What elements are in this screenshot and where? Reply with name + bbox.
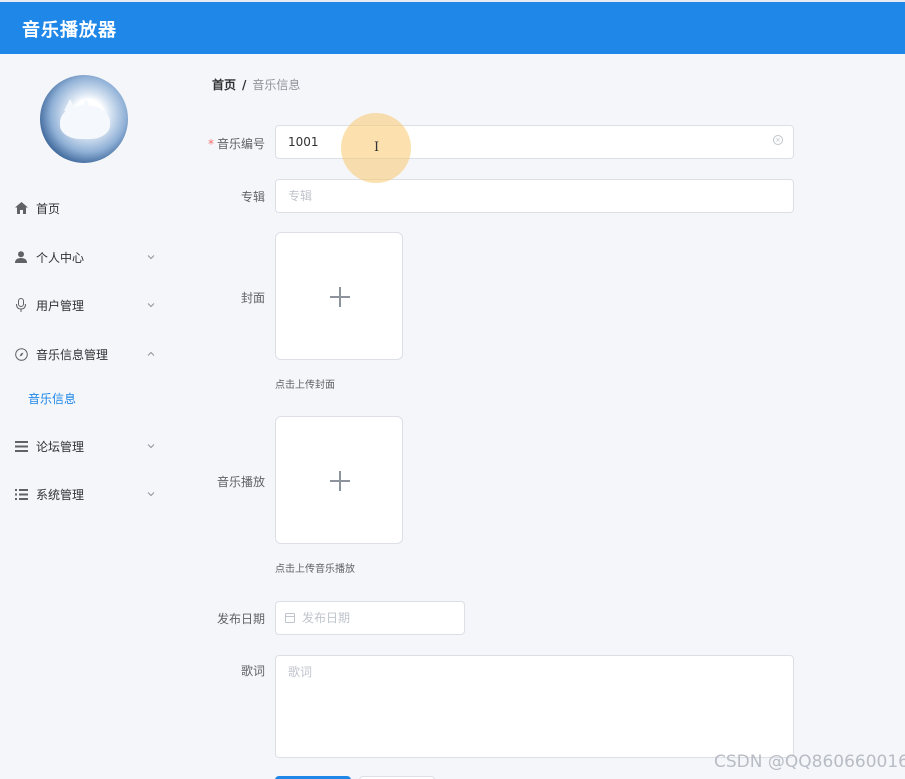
chevron-down-icon bbox=[147, 444, 155, 449]
sidebar-item-label: 个人中心 bbox=[36, 250, 85, 265]
sidebar-item-label: 首页 bbox=[36, 201, 61, 216]
compass-icon bbox=[14, 347, 28, 361]
sidebar-item-label: 音乐信息管理 bbox=[36, 347, 109, 362]
watermark: CSDN @QQ860660016 bbox=[714, 752, 905, 772]
cover-label: 封面 bbox=[240, 291, 265, 305]
sidebar-item-label: 论坛管理 bbox=[36, 439, 85, 454]
cover-uploader[interactable] bbox=[275, 232, 403, 360]
calendar-icon bbox=[285, 613, 295, 623]
chevron-up-icon bbox=[147, 351, 155, 356]
music-file-label: 音乐播放 bbox=[216, 475, 265, 489]
sidebar-item-forum-management[interactable]: 论坛管理 bbox=[0, 428, 196, 464]
music-file-upload-hint: 点击上传音乐播放 bbox=[275, 564, 355, 575]
chevron-down-icon bbox=[147, 255, 155, 260]
album-input[interactable] bbox=[275, 179, 794, 213]
breadcrumb-current: 音乐信息 bbox=[252, 78, 301, 92]
sidebar-item-label: 用户管理 bbox=[36, 298, 85, 313]
sidebar-item-music-info-management[interactable]: 音乐信息管理 bbox=[0, 336, 196, 372]
sidebar-item-label: 系统管理 bbox=[36, 487, 85, 502]
breadcrumb: 首页 / 音乐信息 bbox=[212, 76, 300, 93]
music-id-label: * 音乐编号 bbox=[207, 137, 265, 151]
app-header: 音乐播放器 bbox=[0, 2, 905, 54]
sidebar: 首页 个人中心 用户管理 音乐信息管理 音乐信息 论坛管理 系统管理 bbox=[0, 54, 196, 779]
breadcrumb-separator: / bbox=[242, 78, 247, 92]
text-cursor-icon: I bbox=[374, 140, 380, 155]
sidebar-item-music-info[interactable]: 音乐信息 bbox=[0, 380, 196, 416]
cover-upload-hint: 点击上传封面 bbox=[275, 380, 335, 391]
list-icon bbox=[14, 439, 28, 453]
required-mark: * bbox=[207, 137, 214, 151]
app-title: 音乐播放器 bbox=[22, 20, 117, 41]
sidebar-item-user-management[interactable]: 用户管理 bbox=[0, 287, 196, 323]
music-file-uploader[interactable] bbox=[275, 416, 403, 544]
main-content: 首页 / 音乐信息 *音乐编号 × 专辑 封面 点击上传封面 音乐播放 点击上传音乐… bbox=[196, 54, 905, 779]
microphone-icon bbox=[14, 298, 28, 312]
lyrics-textarea[interactable] bbox=[275, 655, 794, 758]
chevron-down-icon bbox=[147, 492, 155, 497]
sidebar-item-label: 音乐信息 bbox=[28, 391, 77, 406]
lyrics-label: 歌词 bbox=[240, 664, 265, 678]
sidebar-item-home[interactable]: 首页 bbox=[0, 190, 196, 226]
list-icon bbox=[14, 487, 28, 501]
home-icon bbox=[14, 201, 28, 215]
chevron-down-icon bbox=[147, 303, 155, 308]
clear-icon[interactable]: × bbox=[773, 135, 783, 145]
user-icon bbox=[14, 250, 28, 264]
avatar bbox=[40, 75, 128, 163]
sidebar-item-system-management[interactable]: 系统管理 bbox=[0, 476, 196, 512]
release-date-input[interactable] bbox=[275, 601, 465, 635]
album-label: 专辑 bbox=[240, 190, 265, 204]
breadcrumb-home[interactable]: 首页 bbox=[212, 78, 236, 92]
sidebar-item-personal-center[interactable]: 个人中心 bbox=[0, 239, 196, 275]
release-date-label: 发布日期 bbox=[216, 612, 265, 626]
